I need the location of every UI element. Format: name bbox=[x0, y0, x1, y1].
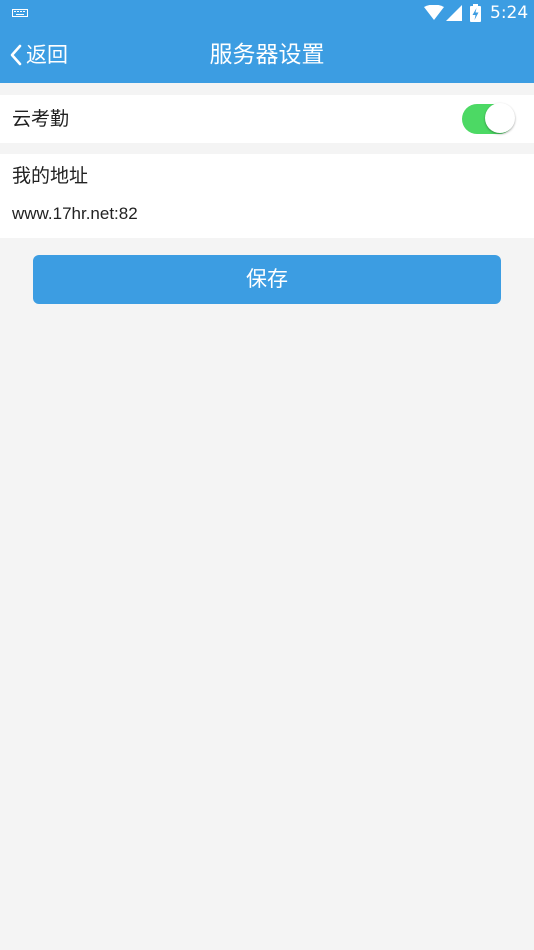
address-row: 我的地址 bbox=[0, 154, 534, 238]
page-title: 服务器设置 bbox=[209, 42, 325, 68]
switch-thumb bbox=[485, 103, 515, 133]
status-time: 5:24 bbox=[490, 3, 529, 23]
wifi-icon bbox=[424, 5, 444, 20]
address-input[interactable] bbox=[12, 202, 512, 226]
keyboard-icon bbox=[12, 9, 28, 17]
back-button-label: 返回 bbox=[26, 43, 68, 67]
save-button[interactable]: 保存 bbox=[33, 255, 501, 304]
cloud-attendance-row: 云考勤 bbox=[0, 95, 534, 143]
app-bar: 返回 服务器设置 bbox=[0, 28, 534, 83]
status-bar: 5:24 bbox=[0, 0, 534, 28]
back-button[interactable]: 返回 bbox=[8, 38, 68, 72]
cell-signal-icon bbox=[446, 5, 462, 21]
chevron-left-icon bbox=[10, 44, 22, 66]
cloud-attendance-label: 云考勤 bbox=[12, 108, 70, 130]
cloud-attendance-switch[interactable] bbox=[462, 103, 515, 135]
address-label: 我的地址 bbox=[12, 165, 89, 187]
battery-charging-icon bbox=[470, 4, 481, 22]
